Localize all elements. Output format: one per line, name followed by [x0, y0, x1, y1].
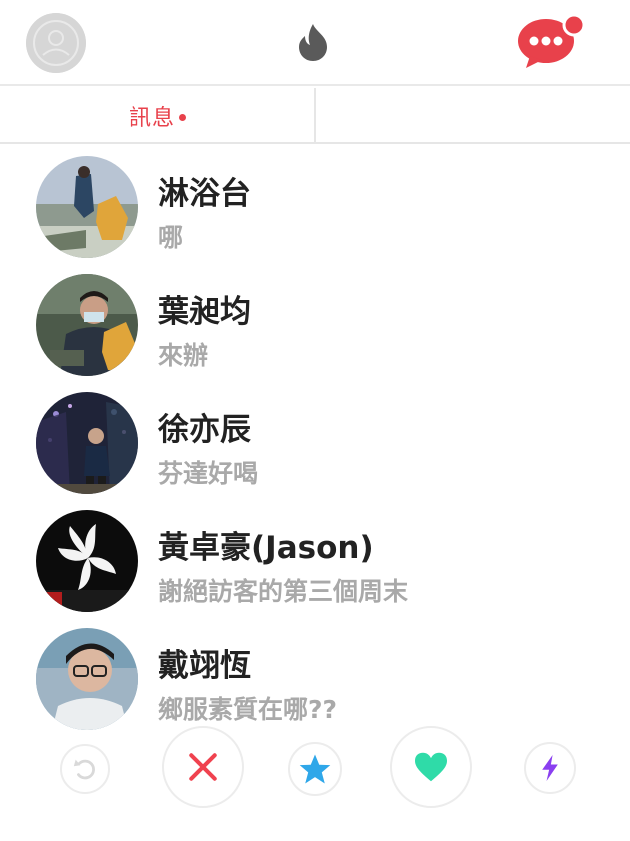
lightning-icon [542, 755, 558, 781]
x-icon [189, 753, 217, 781]
list-item[interactable]: 淋浴台 哪 [0, 146, 630, 264]
flame-icon [299, 24, 327, 61]
tab-bar: 訊息 [0, 88, 630, 144]
star-icon [299, 754, 331, 784]
top-nav-bar [0, 0, 630, 86]
message-preview: 來辦 [158, 341, 209, 370]
avatar [36, 628, 138, 730]
avatar-photo [36, 392, 138, 494]
contact-name: 黃卓豪(Jason) [158, 530, 374, 566]
contact-name: 徐亦辰 [158, 412, 251, 448]
contact-name: 葉昶均 [158, 294, 251, 330]
list-item[interactable]: 黃卓豪(Jason) 謝絕訪客的第三個周末 [0, 500, 630, 618]
list-item[interactable]: 戴翊恆 鄉服素質在哪?? [0, 618, 630, 736]
chat-bubble-icon [518, 13, 586, 68]
avatar-photo [36, 510, 138, 612]
avatar-photo [36, 274, 138, 376]
avatar [36, 156, 138, 258]
avatar-photo [36, 628, 138, 730]
avatar [36, 510, 138, 612]
message-preview: 芬達好喝 [158, 459, 259, 488]
super-like-button[interactable] [288, 742, 342, 796]
like-button[interactable] [390, 726, 472, 808]
new-indicator-dot [179, 113, 186, 121]
profile-button[interactable] [26, 13, 86, 73]
list-item[interactable]: 徐亦辰 芬達好喝 [0, 382, 630, 500]
tab-divider [314, 88, 316, 144]
avatar [36, 392, 138, 494]
home-logo-button[interactable] [294, 22, 332, 62]
list-item[interactable]: 葉昶均 來辦 [0, 264, 630, 382]
contact-name: 戴翊恆 [158, 648, 251, 684]
tab-messages-label: 訊息 [128, 106, 175, 131]
avatar [36, 274, 138, 376]
rewind-button[interactable] [60, 744, 110, 794]
message-preview: 鄉服素質在哪?? [158, 695, 338, 724]
nope-button[interactable] [162, 726, 244, 808]
contact-name: 淋浴台 [158, 176, 251, 212]
rewind-icon [73, 759, 95, 780]
user-silhouette-icon [26, 13, 86, 73]
heart-icon [415, 752, 447, 782]
tab-messages[interactable]: 訊息 [0, 88, 315, 144]
message-preview: 謝絕訪客的第三個周末 [158, 577, 409, 606]
messages-button[interactable] [516, 12, 586, 72]
avatar-photo [36, 156, 138, 258]
boost-button[interactable] [524, 742, 576, 794]
message-preview: 哪 [158, 223, 184, 252]
action-bar [0, 722, 630, 822]
